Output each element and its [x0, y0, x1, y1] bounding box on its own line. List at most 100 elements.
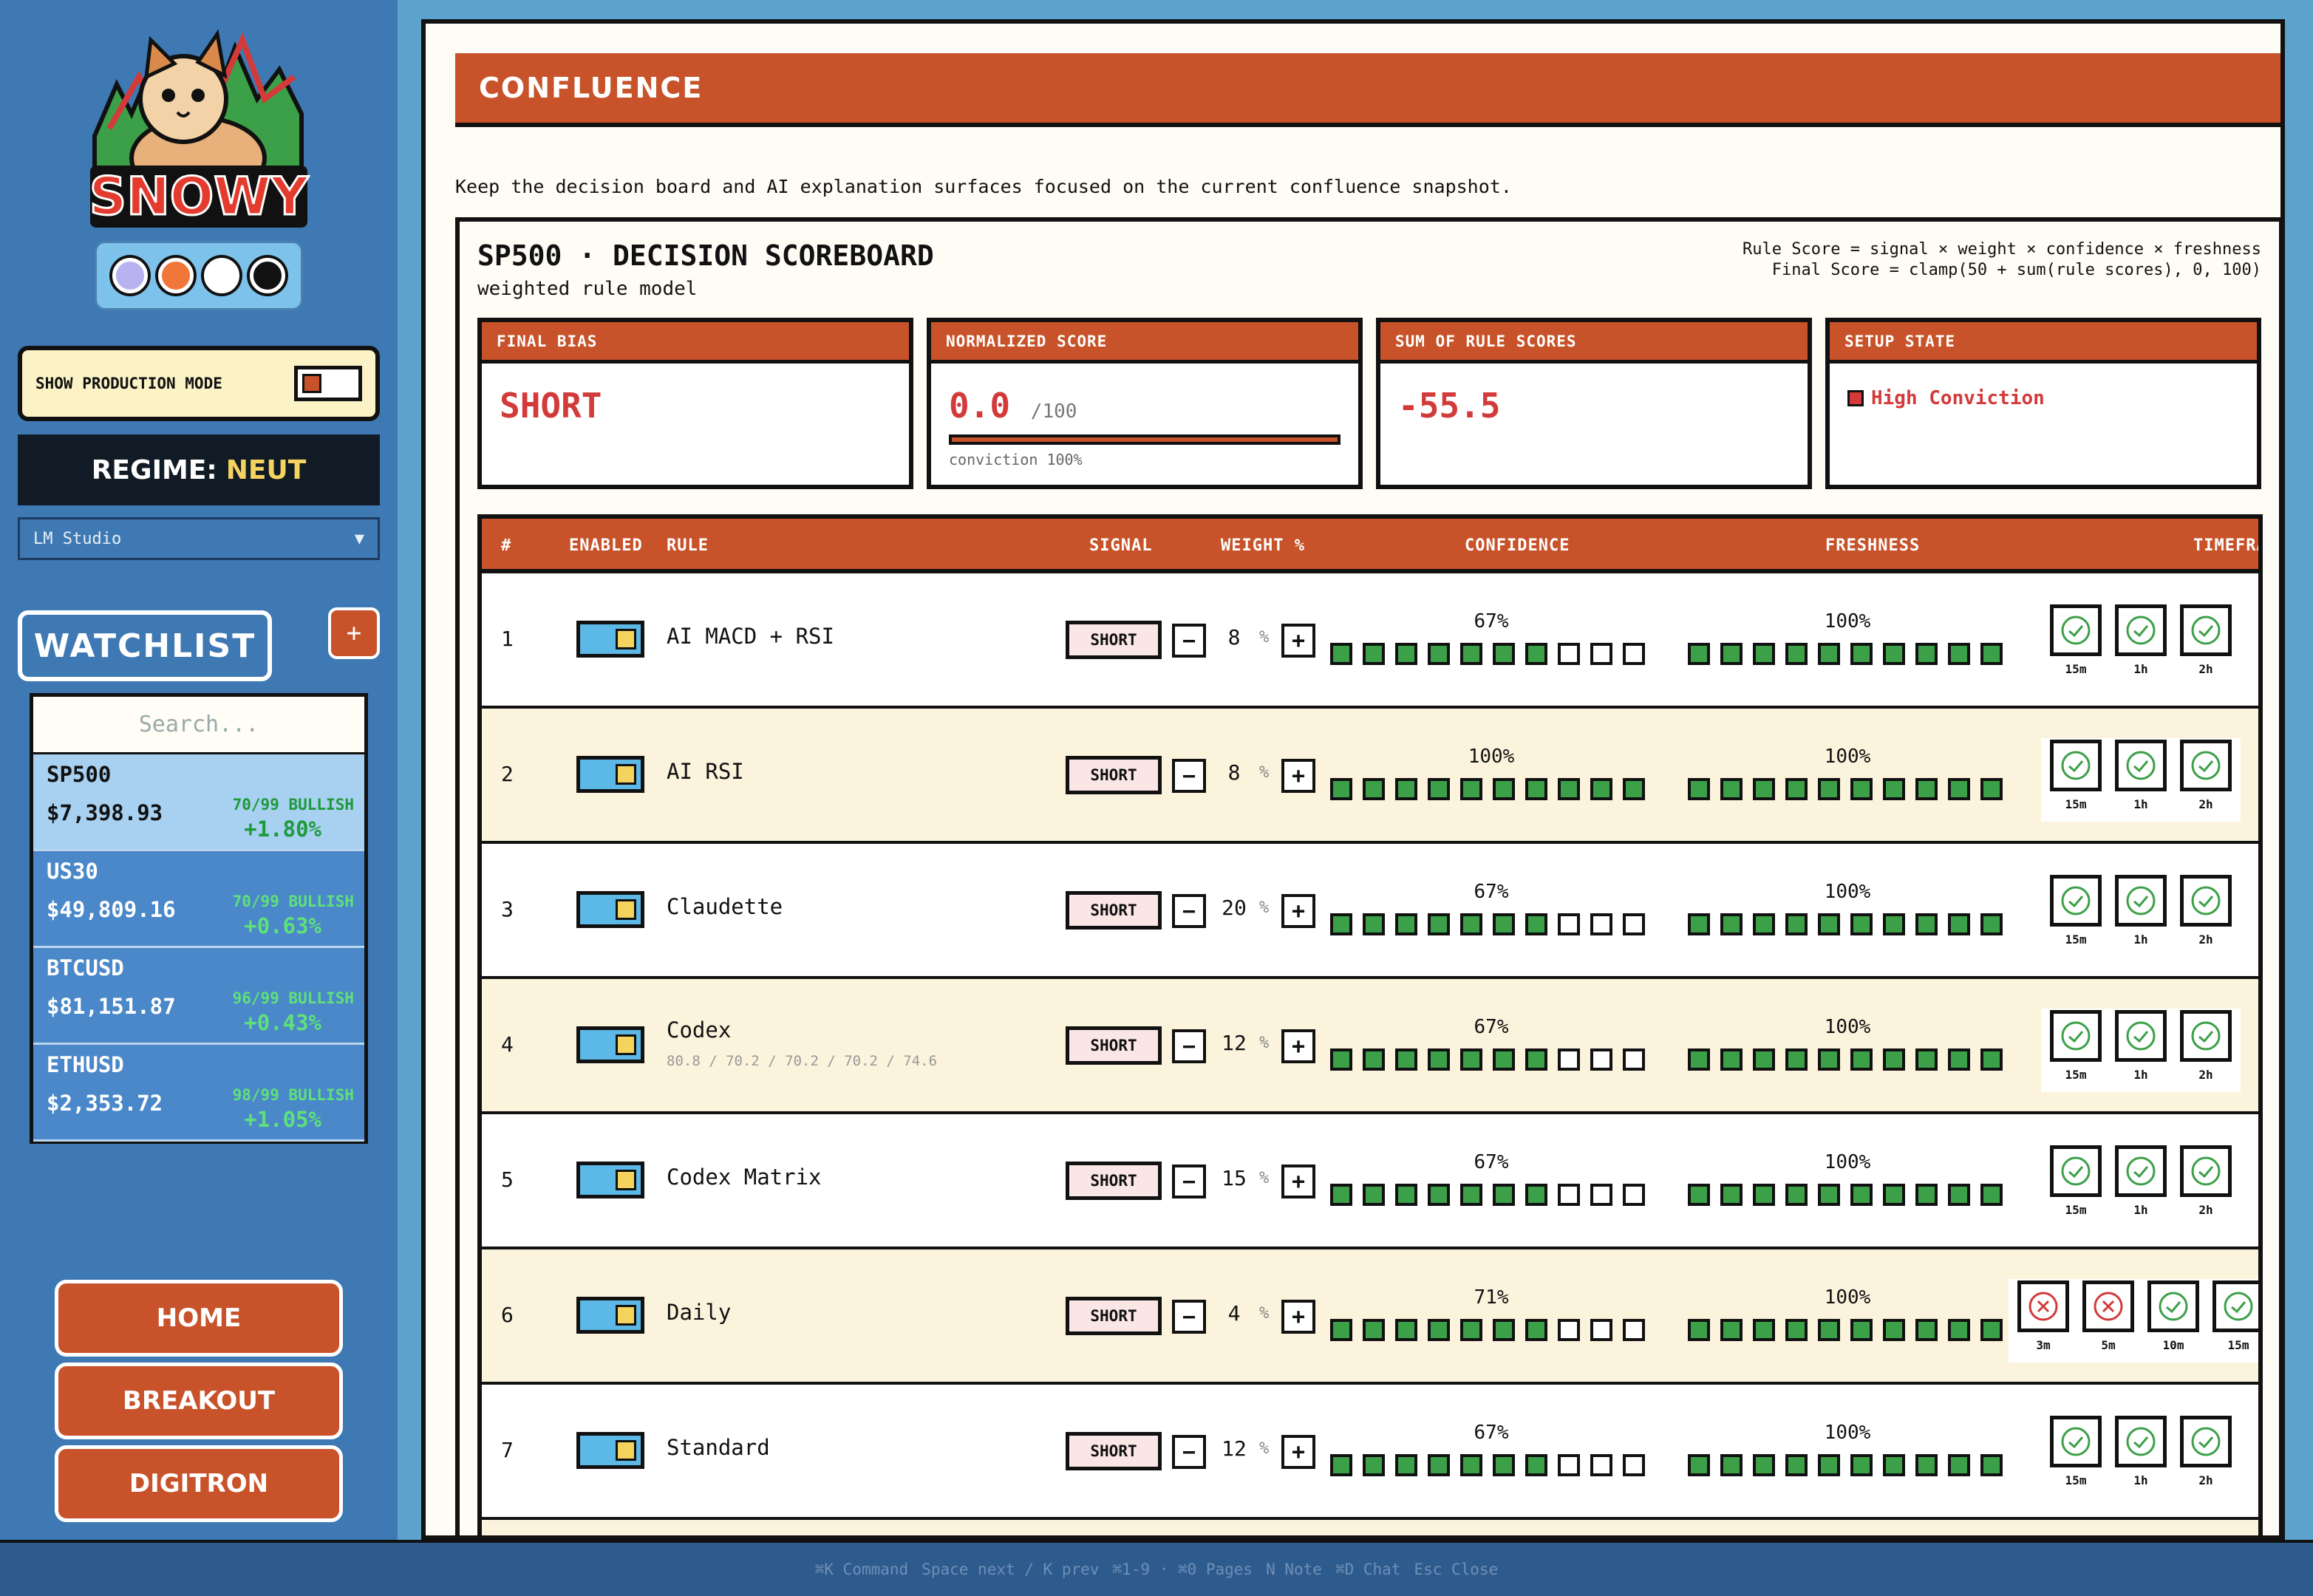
timeframe-item[interactable]: 2h	[2180, 1010, 2232, 1082]
timeframe-item[interactable]: 2h	[2180, 875, 2232, 947]
timeframe-item[interactable]: 10m	[2147, 1280, 2199, 1352]
timeframe-item[interactable]: 15m	[2050, 1145, 2102, 1217]
timeframe-item[interactable]: 1h	[2115, 740, 2167, 811]
weight-increase-button[interactable]: +	[1281, 1029, 1315, 1063]
weight-decrease-button[interactable]: −	[1172, 1435, 1206, 1469]
timeframe-item[interactable]: 1h	[2115, 604, 2167, 676]
watchlist-item[interactable]: ETHUSD $2,353.72 98/99 BULLISH +1.05%	[33, 1045, 364, 1142]
timeframe-item[interactable]: 3m	[2017, 1280, 2069, 1352]
watchlist-item[interactable]: SP500 $7,398.93 70/99 BULLISH +1.80%	[33, 754, 364, 851]
signal-badge[interactable]: SHORT	[1066, 1026, 1162, 1065]
signal-badge[interactable]: SHORT	[1066, 1162, 1162, 1200]
timeframe-item[interactable]: 1h	[2115, 1145, 2167, 1217]
weight-decrease-button[interactable]: −	[1172, 624, 1206, 658]
weight-increase-button[interactable]: +	[1281, 1164, 1315, 1198]
level-box	[1590, 1454, 1612, 1476]
level-box	[1688, 913, 1710, 935]
level-box	[1980, 1048, 2003, 1071]
watchlist-price: $49,809.16	[47, 897, 176, 922]
watchlist-price: $2,353.72	[47, 1091, 163, 1116]
theme-dot-white[interactable]	[204, 258, 239, 293]
signal-badge[interactable]: SHORT	[1066, 756, 1162, 794]
level-box	[1460, 1319, 1482, 1341]
timeframe-item[interactable]: 15m	[2050, 740, 2102, 811]
weight-increase-button[interactable]: +	[1281, 1300, 1315, 1334]
timeframe-item[interactable]: 2h	[2180, 604, 2232, 676]
weight-decrease-button[interactable]: −	[1172, 894, 1206, 928]
theme-dot-orange[interactable]	[158, 258, 194, 293]
timeframe-item[interactable]: 5m	[2082, 1280, 2134, 1352]
rule-enabled-toggle[interactable]	[576, 756, 644, 793]
confidence-meter	[1330, 913, 1645, 935]
stat-header: FINAL BIAS	[482, 322, 909, 364]
level-box	[1493, 1184, 1515, 1206]
timeframe-item[interactable]: 15m	[2050, 604, 2102, 676]
level-box	[1460, 1454, 1482, 1476]
rule-name: AI RSI	[667, 759, 744, 784]
signal-badge[interactable]: SHORT	[1066, 891, 1162, 930]
watchlist-search-input[interactable]: Search...	[33, 697, 364, 754]
level-box	[1330, 778, 1352, 800]
level-box	[1493, 1454, 1515, 1476]
timeframe-item[interactable]: 2h	[2180, 1145, 2232, 1217]
level-box	[1428, 1184, 1450, 1206]
check-circle-icon	[2180, 1010, 2232, 1062]
check-circle-icon	[2180, 1416, 2232, 1467]
timeframe-label: 15m	[2227, 1338, 2249, 1352]
status-square-icon	[1847, 390, 1864, 406]
nav-home-button[interactable]: HOME	[55, 1280, 343, 1357]
model-select[interactable]: LM Studio ▼	[18, 517, 380, 560]
watchlist-votes: 70/99 BULLISH	[232, 796, 354, 814]
nav-breakout-button[interactable]: BREAKOUT	[55, 1363, 343, 1439]
weight-decrease-button[interactable]: −	[1172, 1300, 1206, 1334]
level-box	[1818, 778, 1840, 800]
weight-increase-button[interactable]: +	[1281, 759, 1315, 793]
level-box	[1330, 1184, 1352, 1206]
level-box	[1720, 1319, 1743, 1341]
weight-increase-button[interactable]: +	[1281, 894, 1315, 928]
production-mode-switch[interactable]	[294, 366, 362, 401]
level-box	[1363, 1048, 1385, 1071]
watchlist-button[interactable]: WATCHLIST	[18, 610, 272, 681]
timeframe-item[interactable]: 2h	[2180, 740, 2232, 811]
nav-digitron-button[interactable]: DIGITRON	[55, 1445, 343, 1522]
level-box	[1395, 778, 1417, 800]
timeframe-list: 15m 1h 2h	[2041, 603, 2241, 686]
check-circle-icon	[2050, 604, 2102, 656]
watchlist-item[interactable]: BTCUSD $81,151.87 96/99 BULLISH +0.43%	[33, 948, 364, 1045]
weight-increase-button[interactable]: +	[1281, 624, 1315, 658]
signal-badge[interactable]: SHORT	[1066, 1432, 1162, 1470]
rule-enabled-toggle[interactable]	[576, 1432, 644, 1469]
timeframe-item[interactable]: 15m	[2050, 875, 2102, 947]
rule-enabled-toggle[interactable]	[576, 1162, 644, 1198]
level-box	[1525, 1454, 1547, 1476]
watchlist-item[interactable]: US30 $49,809.16 70/99 BULLISH +0.63%	[33, 851, 364, 948]
production-mode-toggle[interactable]: SHOW PRODUCTION MODE	[18, 346, 380, 421]
timeframe-item[interactable]: 1h	[2115, 1010, 2167, 1082]
confidence-meter	[1330, 1048, 1645, 1071]
timeframe-item[interactable]: 15m	[2050, 1010, 2102, 1082]
timeframe-item[interactable]: 15m	[2050, 1416, 2102, 1487]
timeframe-item[interactable]: 2h	[2180, 1416, 2232, 1487]
level-box	[1623, 1048, 1645, 1071]
freshness-value: 100%	[1824, 1151, 1871, 1173]
timeframe-item[interactable]: 15m	[2212, 1280, 2258, 1352]
weight-increase-button[interactable]: +	[1281, 1435, 1315, 1469]
weight-decrease-button[interactable]: −	[1172, 1164, 1206, 1198]
add-symbol-button[interactable]: +	[328, 607, 380, 659]
rule-enabled-toggle[interactable]	[576, 1297, 644, 1334]
rule-enabled-toggle[interactable]	[576, 621, 644, 658]
check-circle-icon	[2180, 875, 2232, 927]
rule-enabled-toggle[interactable]	[576, 1026, 644, 1063]
theme-dot-black[interactable]	[250, 258, 285, 293]
freshness-meter	[1688, 778, 2003, 800]
rule-enabled-toggle[interactable]	[576, 891, 644, 928]
level-box	[1850, 1319, 1873, 1341]
timeframe-item[interactable]: 1h	[2115, 875, 2167, 947]
signal-badge[interactable]: SHORT	[1066, 621, 1162, 659]
signal-badge[interactable]: SHORT	[1066, 1297, 1162, 1335]
weight-decrease-button[interactable]: −	[1172, 759, 1206, 793]
timeframe-item[interactable]: 1h	[2115, 1416, 2167, 1487]
weight-decrease-button[interactable]: −	[1172, 1029, 1206, 1063]
theme-dot-lavender[interactable]	[112, 258, 148, 293]
